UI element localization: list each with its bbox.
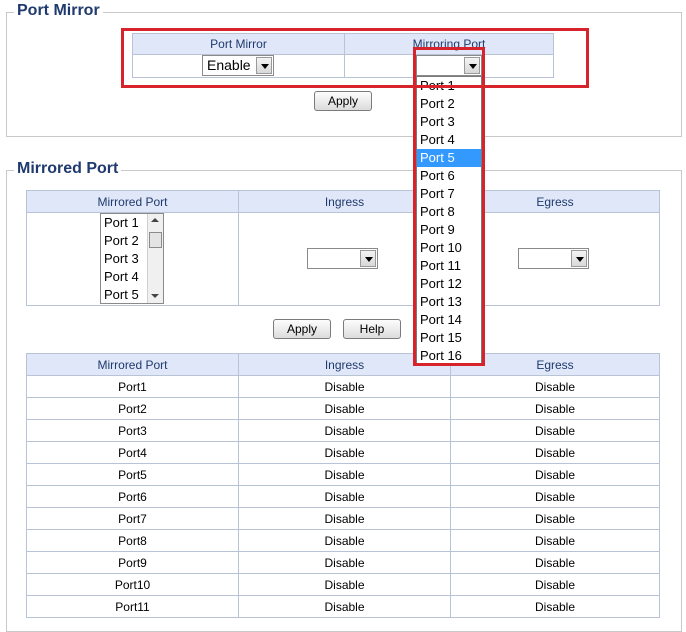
status-cell-egress: Disable — [450, 397, 660, 420]
status-cell-port: Port8 — [26, 529, 239, 552]
status-cell-port: Port6 — [26, 485, 239, 508]
dropdown-option[interactable]: Port 1 — [417, 77, 481, 95]
mirrored-port-apply-button[interactable]: Apply — [273, 319, 331, 339]
mirroring-port-select[interactable] — [416, 55, 482, 76]
status-cell-egress: Disable — [450, 419, 660, 442]
table-row: Port3 Disable Disable — [26, 419, 660, 442]
status-cell-egress: Disable — [450, 485, 660, 508]
table-row: Port7 Disable Disable — [26, 507, 660, 530]
status-cell-port: Port10 — [26, 573, 239, 596]
mirrored-port-listbox[interactable]: Port 1 Port 2 Port 3 Port 4 Port 5 — [100, 213, 164, 304]
mirrored-port-status-table: Mirrored Port Ingress Egress Port1 Disabl… — [26, 353, 660, 618]
status-cell-port: Port11 — [26, 595, 239, 618]
dropdown-option[interactable]: Port 13 — [417, 293, 481, 311]
dropdown-option[interactable]: Port 10 — [417, 239, 481, 257]
port-mirror-header: Port Mirror — [132, 33, 345, 55]
port-mirror-title: Port Mirror — [14, 2, 103, 20]
table-row: Port5 Disable Disable — [26, 463, 660, 486]
status-cell-ingress: Disable — [238, 419, 451, 442]
status-cell-egress: Disable — [450, 551, 660, 574]
mirroring-port-header: Mirroring Port — [344, 33, 554, 55]
status-cell-ingress: Disable — [238, 485, 451, 508]
dropdown-option[interactable]: Port 16 — [417, 347, 481, 365]
dropdown-option[interactable]: Port 5 — [417, 149, 481, 167]
status-cell-ingress: Disable — [238, 397, 451, 420]
dropdown-option[interactable]: Port 11 — [417, 257, 481, 275]
table-row: Port2 Disable Disable — [26, 397, 660, 420]
dropdown-option[interactable]: Port 4 — [417, 131, 481, 149]
dropdown-option[interactable]: Port 12 — [417, 275, 481, 293]
dropdown-option[interactable]: Port 14 — [417, 311, 481, 329]
help-button[interactable]: Help — [343, 319, 401, 339]
status-cell-port: Port2 — [26, 397, 239, 420]
chevron-down-icon[interactable] — [360, 250, 376, 267]
status-cell-ingress: Disable — [238, 595, 451, 618]
egress-select[interactable] — [518, 248, 589, 269]
dropdown-option[interactable]: Port 7 — [417, 185, 481, 203]
mirrored-port-header: Mirrored Port — [26, 190, 239, 213]
status-cell-egress: Disable — [450, 463, 660, 486]
status-cell-ingress: Disable — [238, 375, 451, 398]
port-mirror-table: Port Mirror Mirroring Port — [132, 33, 554, 78]
status-cell-port: Port1 — [26, 375, 239, 398]
status-cell-egress: Disable — [450, 507, 660, 530]
table-row: Port8 Disable Disable — [26, 529, 660, 552]
status-cell-port: Port4 — [26, 441, 239, 464]
table-row: Port10 Disable Disable — [26, 573, 660, 596]
mirrored-port-title: Mirrored Port — [14, 160, 122, 178]
status-cell-egress: Disable — [450, 595, 660, 618]
status-cell-port: Port3 — [26, 419, 239, 442]
chevron-down-icon[interactable] — [256, 57, 272, 74]
status-cell-port: Port9 — [26, 551, 239, 574]
scroll-up-icon[interactable] — [151, 218, 159, 222]
status-cell-ingress: Disable — [238, 441, 451, 464]
dropdown-option[interactable]: Port 8 — [417, 203, 481, 221]
dropdown-option[interactable]: Port 3 — [417, 113, 481, 131]
table-row: Port4 Disable Disable — [26, 441, 660, 464]
dropdown-option[interactable]: Port 2 — [417, 95, 481, 113]
table-row: Port6 Disable Disable — [26, 485, 660, 508]
status-cell-ingress: Disable — [238, 463, 451, 486]
status-cell-egress: Disable — [450, 529, 660, 552]
listbox-scrollbar[interactable] — [147, 214, 163, 303]
table-row: Port9 Disable Disable — [26, 551, 660, 574]
port-mirror-apply-button[interactable]: Apply — [314, 91, 372, 111]
status-cell-egress: Disable — [450, 441, 660, 464]
port-mirror-select[interactable]: Enable — [202, 55, 274, 76]
ingress-select[interactable] — [307, 248, 378, 269]
status-cell-port: Port7 — [26, 507, 239, 530]
status-cell-egress: Disable — [450, 375, 660, 398]
table-row: Port11 Disable Disable — [26, 595, 660, 618]
chevron-down-icon[interactable] — [464, 57, 480, 74]
status-cell-ingress: Disable — [238, 573, 451, 596]
status-cell-ingress: Disable — [238, 529, 451, 552]
dropdown-option[interactable]: Port 15 — [417, 329, 481, 347]
port-mirror-select-value: Enable — [207, 57, 251, 73]
scroll-down-icon[interactable] — [151, 294, 159, 298]
status-header-mirrored-port: Mirrored Port — [26, 353, 239, 376]
chevron-down-icon[interactable] — [571, 250, 587, 267]
status-cell-ingress: Disable — [238, 551, 451, 574]
status-cell-ingress: Disable — [238, 507, 451, 530]
mirroring-port-dropdown-list[interactable]: Port 1 Port 2 Port 3 Port 4 Port 5 Port 6 Port… — [416, 76, 482, 364]
status-cell-port: Port5 — [26, 463, 239, 486]
scroll-thumb[interactable] — [149, 232, 162, 248]
dropdown-option[interactable]: Port 6 — [417, 167, 481, 185]
status-cell-egress: Disable — [450, 573, 660, 596]
table-row: Port1 Disable Disable — [26, 375, 660, 398]
dropdown-option[interactable]: Port 9 — [417, 221, 481, 239]
